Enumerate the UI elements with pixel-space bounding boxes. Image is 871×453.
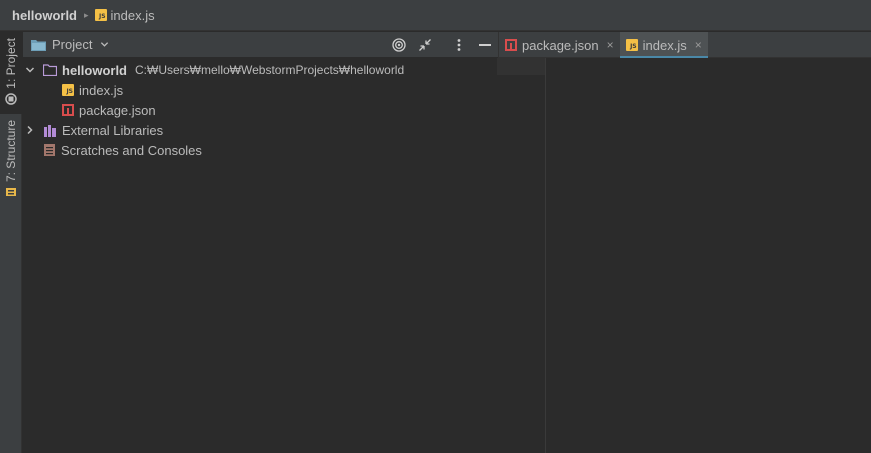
hide-panel-button[interactable]	[472, 32, 498, 57]
file-name: package.json	[79, 102, 156, 118]
json-file-icon	[62, 104, 74, 116]
breadcrumb-project[interactable]: helloworld	[12, 8, 77, 23]
project-panel-header: Project	[23, 32, 498, 57]
js-file-icon: JS	[625, 39, 638, 51]
panel-title: Project	[52, 37, 93, 52]
js-file-icon: JS	[62, 84, 74, 96]
target-icon	[392, 37, 406, 52]
tab-label: package.json	[522, 37, 599, 53]
chevron-right-icon[interactable]	[25, 125, 35, 135]
project-tool-label: 1: Project	[4, 38, 18, 89]
tree-item-root[interactable]: helloworld C:₩Users₩mello₩WebstormProjec…	[25, 60, 404, 80]
panel-header-tools	[386, 32, 498, 57]
project-view-selector[interactable]: Project	[31, 37, 109, 52]
project-tree: helloworld C:₩Users₩mello₩WebstormProjec…	[23, 58, 545, 453]
caret-line-highlight	[497, 58, 551, 75]
library-icon	[44, 124, 56, 137]
breadcrumb-file[interactable]: JS index.js	[94, 7, 155, 23]
js-file-icon: JS	[94, 9, 107, 21]
tree-item-file[interactable]: JS index.js	[62, 80, 123, 100]
tool-divider	[438, 32, 446, 57]
navigation-bar: helloworld ▸ JS index.js	[0, 0, 871, 31]
file-name: index.js	[79, 82, 124, 98]
more-vertical-icon	[457, 38, 461, 51]
close-icon[interactable]: ×	[607, 38, 614, 52]
breadcrumb-file-label: index.js	[110, 7, 155, 23]
collapse-icon	[419, 38, 431, 51]
tree-item-file[interactable]: package.json	[62, 100, 156, 120]
json-file-icon	[505, 39, 517, 51]
chevron-down-icon[interactable]	[25, 65, 35, 75]
collapse-all-button[interactable]	[412, 32, 438, 57]
locate-file-button[interactable]	[386, 32, 412, 57]
editor-tab-bar: package.json × JS index.js ×	[499, 32, 871, 59]
tree-item-external-libraries[interactable]: External Libraries	[25, 120, 163, 140]
left-tool-strip: 1: Project 7: Structure	[0, 32, 22, 453]
project-tool-icon	[5, 92, 17, 105]
structure-tool-label: 7: Structure	[4, 120, 18, 183]
tab-label: index.js	[642, 37, 687, 53]
structure-tool-icon	[6, 188, 16, 197]
editor-area[interactable]	[546, 58, 871, 453]
root-folder-path: C:₩Users₩mello₩WebstormProjects₩hellowor…	[135, 63, 405, 77]
minimize-icon	[479, 43, 491, 46]
module-folder-icon	[43, 64, 57, 76]
options-menu-button[interactable]	[446, 32, 472, 57]
close-icon[interactable]: ×	[695, 38, 702, 52]
project-folder-icon	[31, 39, 46, 51]
external-libraries-label: External Libraries	[62, 122, 164, 138]
scratches-icon	[44, 144, 55, 156]
chevron-down-icon	[101, 42, 109, 47]
root-folder-name: helloworld	[62, 62, 127, 78]
project-tool-button[interactable]: 1: Project	[0, 32, 22, 114]
tree-item-scratches[interactable]: Scratches and Consoles	[43, 140, 202, 160]
tab-index-js[interactable]: JS index.js ×	[619, 32, 708, 59]
tab-package-json[interactable]: package.json ×	[499, 32, 620, 58]
breadcrumb-separator-icon: ▸	[84, 9, 89, 20]
structure-tool-button[interactable]: 7: Structure	[0, 120, 22, 204]
scratches-label: Scratches and Consoles	[61, 142, 202, 158]
